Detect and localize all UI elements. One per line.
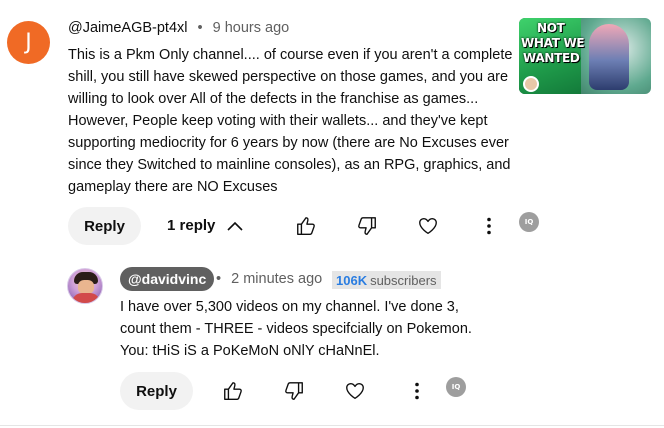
- comment-line: This is a Pkm Only channel.... of course…: [68, 47, 513, 63]
- reply-header: • 2 minutes ago: [216, 271, 322, 287]
- heart-button[interactable]: [341, 377, 369, 405]
- comment-line: willing to look over All of the defects …: [68, 91, 479, 107]
- heart-button[interactable]: [414, 212, 442, 240]
- sponsor-badge-icon[interactable]: IQ: [519, 212, 539, 232]
- reply-line: I have over 5,300 videos on my channel. …: [120, 299, 459, 315]
- comment-author-handle[interactable]: @JaimeAGB-pt4xl: [68, 20, 187, 36]
- thumbnail-text: NOT: [537, 21, 565, 35]
- thumbs-up-icon: [297, 217, 315, 235]
- more-vert-icon: [487, 217, 491, 235]
- replies-count: 1 reply: [167, 217, 216, 234]
- comment-line: gameplay there are NO Excuses: [68, 179, 278, 195]
- like-button[interactable]: [219, 377, 247, 405]
- avatar[interactable]: J: [7, 21, 50, 64]
- thumbnail-character: [589, 24, 629, 90]
- reply-button[interactable]: Reply: [120, 372, 193, 410]
- reply-timestamp[interactable]: 2 minutes ago: [231, 271, 322, 287]
- comment-text: This is a Pkm Only channel.... of course…: [68, 44, 513, 198]
- comment-timestamp[interactable]: 9 hours ago: [213, 20, 290, 36]
- heart-icon: [346, 382, 364, 400]
- avatar-face: [78, 280, 94, 294]
- comment-header: @JaimeAGB-pt4xl • 9 hours ago: [68, 20, 289, 36]
- avatar[interactable]: [67, 268, 103, 304]
- chevron-up-icon: [227, 221, 243, 231]
- subscribers-label: subscribers: [370, 272, 437, 288]
- comment-line: However, People keep voting with their w…: [68, 113, 488, 129]
- more-actions-button[interactable]: [403, 377, 431, 405]
- video-thumbnail[interactable]: NOT WHAT WE WANTED: [519, 18, 651, 94]
- like-button[interactable]: [292, 212, 320, 240]
- thumbs-up-icon: [224, 382, 242, 400]
- comment-line: supporting mediocrity for 6 years by now…: [68, 135, 509, 151]
- comment-line: shill, you still have skewed perspective…: [68, 69, 509, 85]
- reply-text: I have over 5,300 videos on my channel. …: [120, 296, 520, 362]
- thumbnail-text: WHAT WE: [521, 36, 585, 50]
- dislike-button[interactable]: [280, 377, 308, 405]
- subscribers-badge: 106K subscribers: [332, 271, 441, 289]
- heart-icon: [419, 217, 437, 235]
- avatar-letter: J: [25, 30, 32, 55]
- dislike-button[interactable]: [353, 212, 381, 240]
- more-vert-icon: [415, 382, 419, 400]
- separator-dot: •: [216, 271, 222, 287]
- thumbs-down-icon: [285, 382, 303, 400]
- subscribers-count: 106K: [336, 272, 368, 288]
- reply-line: count them - THREE - videos specifcially…: [120, 321, 472, 337]
- reply-author-handle: @davidvinc: [128, 271, 207, 287]
- separator-dot: •: [197, 20, 203, 36]
- reply-button[interactable]: Reply: [68, 207, 141, 245]
- sponsor-badge-icon[interactable]: IQ: [446, 377, 466, 397]
- comment-line: since they Switched to mainline consoles…: [68, 157, 511, 173]
- sponsor-badge-text: IQ: [524, 218, 534, 226]
- reply-line: You: tHiS iS a PoKeMoN oNlY cHaNnEl.: [120, 343, 380, 359]
- more-actions-button[interactable]: [475, 212, 503, 240]
- avatar-body: [72, 293, 100, 303]
- sponsor-badge-text: IQ: [451, 383, 461, 391]
- divider: [0, 425, 664, 426]
- replies-toggle[interactable]: 1 reply: [167, 217, 243, 234]
- channel-owner-badge[interactable]: @davidvinc: [120, 267, 215, 291]
- thumbnail-face: [523, 76, 539, 92]
- thumbs-down-icon: [358, 217, 376, 235]
- thumbnail-text: WANTED: [523, 51, 580, 65]
